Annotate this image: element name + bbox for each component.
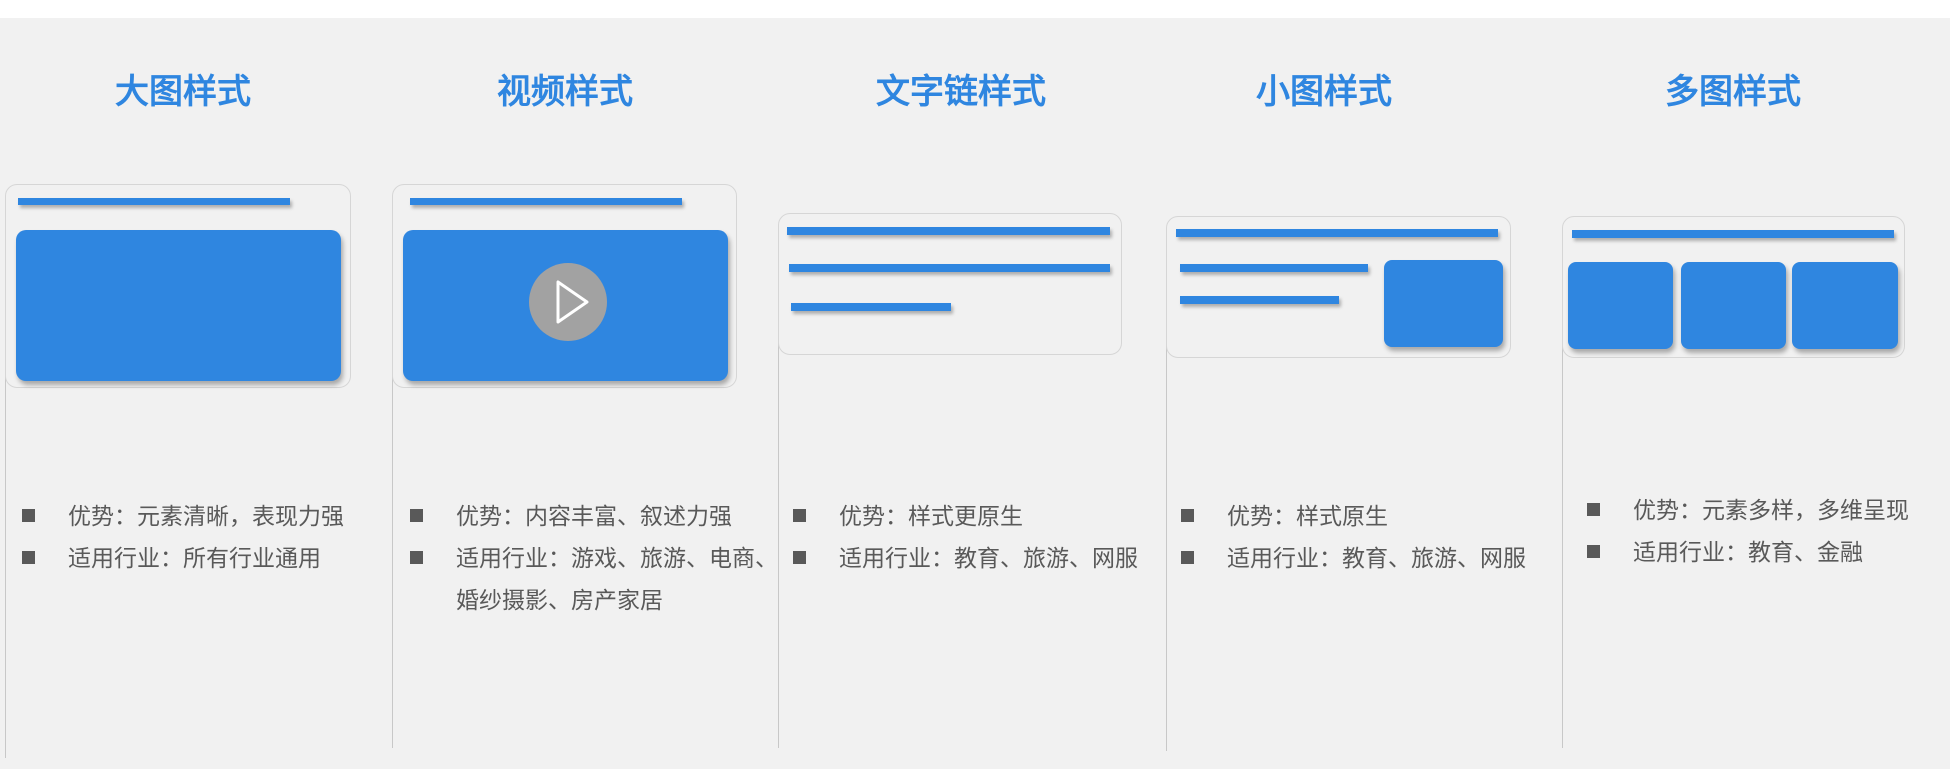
bullet-square-icon bbox=[793, 509, 806, 522]
bullet-square-icon bbox=[1181, 509, 1194, 522]
video-style-bullets: 优势：内容丰富、叙述力强 适用行业：游戏、旅游、电商、 婚纱摄影、房产家居 bbox=[410, 496, 778, 622]
thumbnail-block bbox=[1384, 260, 1503, 347]
video-style-preview-card bbox=[392, 184, 737, 388]
bullet-square-icon bbox=[22, 551, 35, 564]
bullet-text: 适用行业：教育、金融 bbox=[1633, 540, 1863, 566]
image-block-3 bbox=[1792, 262, 1898, 349]
bullet-square-icon bbox=[1587, 545, 1600, 558]
image-block-2 bbox=[1681, 262, 1786, 349]
headline-bar bbox=[410, 198, 682, 205]
play-icon bbox=[556, 280, 589, 324]
advantage-item: 优势：元素清晰，表现力强 bbox=[22, 496, 344, 538]
text-line-bar bbox=[791, 303, 951, 311]
bullet-square-icon bbox=[1181, 551, 1194, 564]
advantage-item: 优势：样式原生 bbox=[1181, 496, 1526, 538]
headline-bar bbox=[1572, 230, 1894, 238]
multi-style-bullets: 优势：元素多样，多维呈现 适用行业：教育、金融 bbox=[1587, 490, 1909, 574]
industry-item: 适用行业：所有行业通用 bbox=[22, 538, 344, 580]
play-button[interactable] bbox=[529, 263, 607, 341]
text-link-style-title: 文字链样式 bbox=[876, 72, 1046, 112]
bullet-text: 适用行业：游戏、旅游、电商、 bbox=[456, 546, 778, 572]
image-block-1 bbox=[1568, 262, 1673, 349]
headline-bar bbox=[1176, 229, 1498, 237]
bullet-text: 适用行业：所有行业通用 bbox=[68, 546, 321, 572]
content-panel bbox=[0, 18, 1950, 769]
text-line-bar bbox=[787, 227, 1110, 235]
industry-item: 适用行业：教育、旅游、网服 bbox=[793, 538, 1138, 580]
bullet-text: 优势：元素清晰，表现力强 bbox=[68, 504, 344, 530]
industry-item: 适用行业：教育、金融 bbox=[1587, 532, 1909, 574]
multi-style-preview-card bbox=[1562, 216, 1905, 358]
bullet-text: 优势：内容丰富、叙述力强 bbox=[456, 504, 732, 530]
large-image-block bbox=[16, 230, 341, 381]
large-style-preview-card bbox=[5, 184, 351, 388]
text-line-bar bbox=[789, 264, 1110, 272]
bullet-text: 优势：样式原生 bbox=[1227, 504, 1388, 530]
advantage-item: 优势：样式更原生 bbox=[793, 496, 1138, 538]
text-line-bar bbox=[1180, 296, 1339, 304]
multi-style-title: 多图样式 bbox=[1665, 72, 1801, 112]
bullet-square-icon bbox=[22, 509, 35, 522]
video-style-title: 视频样式 bbox=[497, 72, 633, 112]
advantage-item: 优势：内容丰富、叙述力强 bbox=[410, 496, 778, 538]
bullet-text: 适用行业：教育、旅游、网服 bbox=[1227, 546, 1526, 572]
small-style-preview-card bbox=[1166, 216, 1511, 358]
large-style-bullets: 优势：元素清晰，表现力强 适用行业：所有行业通用 bbox=[22, 496, 344, 580]
bullet-text: 适用行业：教育、旅游、网服 bbox=[839, 546, 1138, 572]
industry-item: 适用行业：教育、旅游、网服 bbox=[1181, 538, 1526, 580]
bullet-square-icon bbox=[410, 551, 423, 564]
text-link-style-preview-card bbox=[778, 213, 1122, 355]
industry-item: 适用行业：游戏、旅游、电商、 婚纱摄影、房产家居 bbox=[410, 538, 778, 622]
bullet-text: 优势：元素多样，多维呈现 bbox=[1633, 498, 1909, 524]
text-link-style-bullets: 优势：样式更原生 适用行业：教育、旅游、网服 bbox=[793, 496, 1138, 580]
headline-bar bbox=[18, 198, 290, 205]
large-style-title: 大图样式 bbox=[115, 72, 251, 112]
text-line-bar bbox=[1180, 264, 1368, 272]
bullet-square-icon bbox=[1587, 503, 1600, 516]
bullet-text: 优势：样式更原生 bbox=[839, 504, 1023, 530]
bullet-square-icon bbox=[793, 551, 806, 564]
bullet-text: 婚纱摄影、房产家居 bbox=[456, 588, 663, 614]
small-style-title: 小图样式 bbox=[1256, 72, 1392, 112]
bullet-square-icon bbox=[410, 509, 423, 522]
advantage-item: 优势：元素多样，多维呈现 bbox=[1587, 490, 1909, 532]
small-style-bullets: 优势：样式原生 适用行业：教育、旅游、网服 bbox=[1181, 496, 1526, 580]
